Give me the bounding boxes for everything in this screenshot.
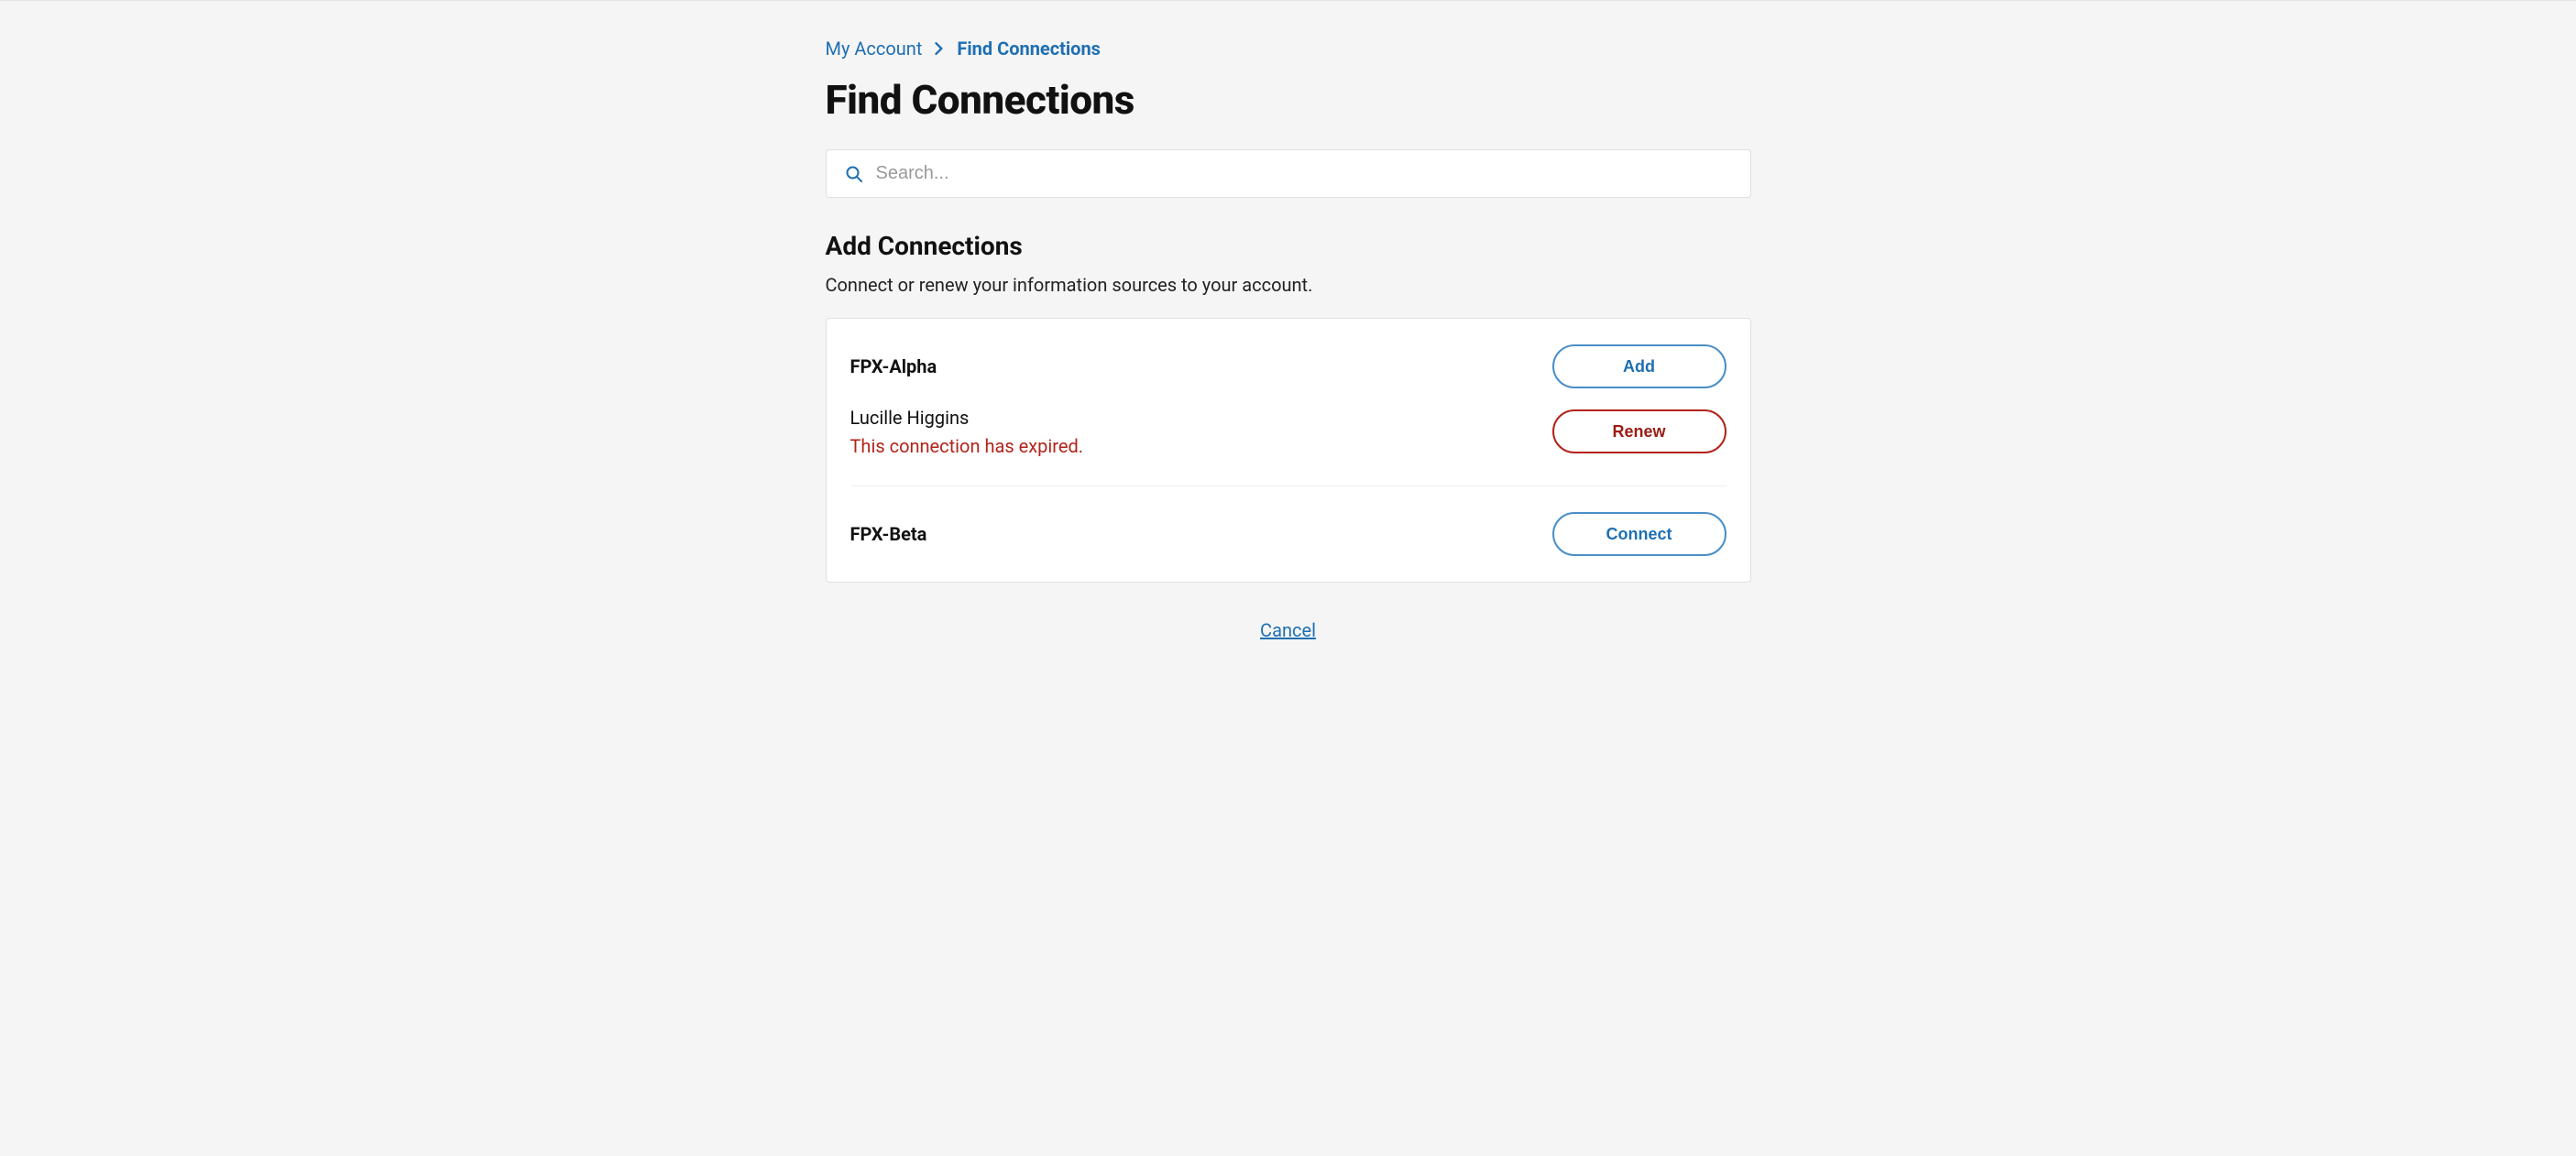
connection-title: FPX-Beta — [850, 523, 927, 545]
search-icon — [845, 165, 863, 183]
breadcrumb-current: Find Connections — [957, 38, 1101, 60]
connection-group: FPX-Alpha Add Lucille Higgins This conne… — [850, 319, 1726, 485]
connection-title: FPX-Alpha — [850, 355, 937, 377]
connection-status-expired: This connection has expired. — [850, 432, 1084, 460]
cancel-link[interactable]: Cancel — [1260, 619, 1316, 641]
connection-member: Lucille Higgins This connection has expi… — [850, 403, 1084, 460]
connect-button[interactable]: Connect — [1552, 512, 1726, 556]
search-input[interactable] — [876, 163, 1732, 184]
connections-card: FPX-Alpha Add Lucille Higgins This conne… — [826, 318, 1751, 583]
add-button[interactable]: Add — [1552, 344, 1726, 388]
section-title: Add Connections — [826, 231, 1751, 261]
page-title: Find Connections — [826, 76, 1751, 124]
renew-button[interactable]: Renew — [1552, 409, 1726, 453]
breadcrumb: My Account Find Connections — [826, 38, 1751, 60]
connection-group: FPX-Beta Connect — [850, 486, 1726, 582]
section-description: Connect or renew your information source… — [826, 274, 1751, 296]
connection-member-name: Lucille Higgins — [850, 403, 1084, 432]
breadcrumb-parent-link[interactable]: My Account — [826, 38, 923, 60]
search-box[interactable] — [826, 149, 1751, 198]
chevron-right-icon — [935, 42, 944, 55]
